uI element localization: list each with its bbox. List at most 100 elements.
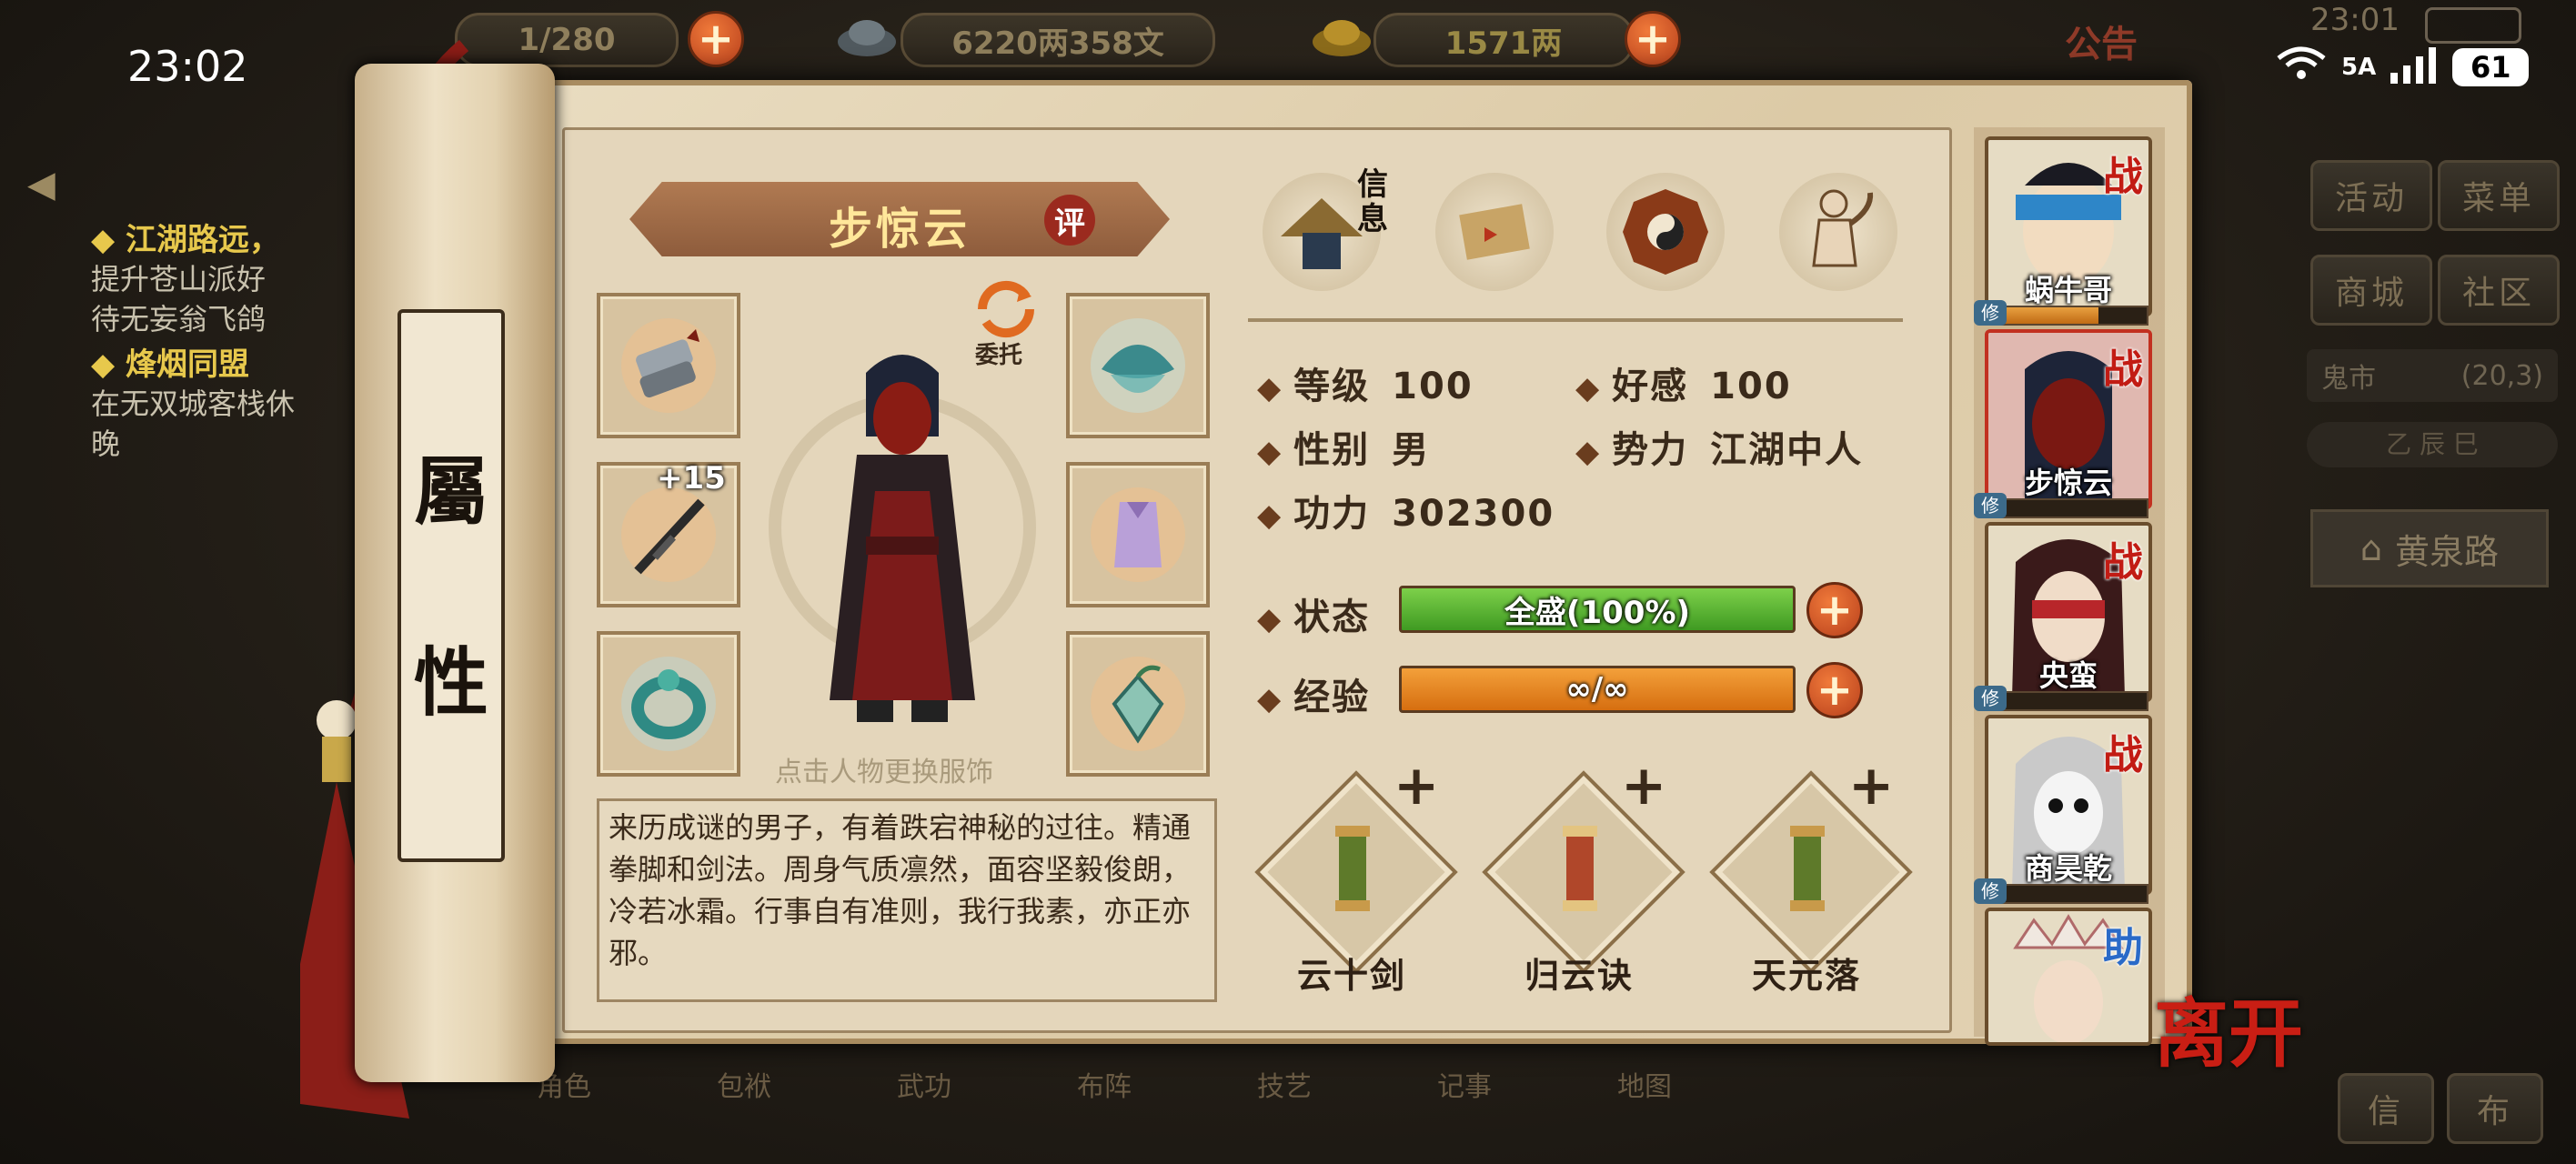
skill-1-upgrade-button[interactable]: + [1394,758,1439,813]
roster-card-yangman[interactable]: 央蛮 战 [1985,522,2152,702]
quest-title-1[interactable]: ◆ 江湖路远， [91,215,295,259]
exp-bar: ∞/∞ [1399,666,1796,713]
affinity-value: 100 [1710,366,1792,407]
menu-button[interactable]: 菜单 [2438,160,2560,231]
roster-card-shanghaoqian[interactable]: 商昊乾 战 [1985,715,2152,895]
cultivate-badge[interactable]: 修 [1974,300,2007,326]
bottom-nav-item[interactable]: 记事 [1410,1064,1519,1146]
location-name: 鬼市 [2321,363,2376,395]
gauntlet-slot[interactable] [597,293,740,438]
armor-slot[interactable] [1066,462,1210,607]
quest-desc-2b: 晚 [91,426,121,461]
skills-section: + 云十剑 + 归云诀 + 天元落 [1248,758,1976,1009]
level-row: ◆ 等级 100 [1257,356,1474,409]
diamond-icon: ◆ [1257,681,1283,717]
robe-icon [1091,487,1185,582]
game-battery-icon [2425,7,2521,44]
community-button[interactable]: 社区 [2438,255,2560,326]
state-bar: 全盛(100%) [1399,586,1796,633]
add-exp-button[interactable]: + [1806,662,1863,718]
cloth-button[interactable]: 布 [2447,1073,2543,1144]
activity-button[interactable]: 活动 [2310,160,2432,231]
shop-button[interactable]: 商城 [2310,255,2432,326]
roster-name: 蜗牛哥 [2024,273,2112,307]
scroll-tab[interactable] [1435,173,1554,291]
weapon-enhance-level: +15 [657,460,726,497]
roster-card-assist[interactable]: 助 [1985,908,2152,1046]
power-label: 功力 [1293,493,1371,535]
roster-card-snail[interactable]: 蜗牛哥 战 [1985,136,2152,316]
bottom-nav-item[interactable]: 布阵 [1050,1064,1159,1146]
quest-desc-2a: 在无双城客栈休 [91,386,296,421]
info-tab-label: 信息 [1357,166,1388,237]
phone-clock: 23:02 [127,42,248,91]
roster-name: 商昊乾 [2024,851,2112,886]
notice-button[interactable]: 公告 [2065,15,2138,67]
signal-icon [2389,47,2440,87]
restore-state-button[interactable]: + [1806,582,1863,638]
quest-title-2[interactable]: ◆ 烽烟同盟 [91,339,295,384]
battle-tag: 战 [2103,539,2143,586]
scroll-char-1: 屬 [413,448,488,536]
add-gold-button[interactable]: + [1625,11,1681,67]
character-portrait[interactable] [766,336,1039,737]
exit-button[interactable]: 离开 [2154,973,2303,1081]
skill-scroll-icon [1303,818,1403,918]
entrust-button[interactable] [970,273,1042,346]
bottom-nav-item[interactable]: 包袱 [689,1064,799,1146]
exp-label: 经验 [1293,677,1371,718]
roster-progress [1985,691,2148,711]
cultivate-badge[interactable]: 修 [1974,686,2007,711]
level-value: 100 [1392,366,1474,407]
collapse-arrow-icon[interactable]: ◀ [27,164,64,209]
quest-desc-1b: 待无妄翁飞鸽 [91,302,267,336]
scroll-tab-icon [1459,204,1530,260]
exp-value: ∞/∞ [1565,671,1629,707]
battery-indicator: 61 [2452,48,2530,86]
cultivate-badge[interactable]: 修 [1974,493,2007,518]
gender-row: ◆ 性别男 [1257,420,1430,473]
body-tab[interactable] [1779,173,1897,291]
bottom-nav: 角色 包袱 武功 布阵 技艺 记事 地图 [509,1064,1699,1146]
road-button[interactable]: ⌂ 黄泉路 [2310,509,2549,587]
game-time: 23:01 [2310,2,2400,38]
battle-tag: 战 [2103,346,2143,393]
bottom-nav-item[interactable]: 技艺 [1230,1064,1339,1146]
body-tab-icon [1812,189,1874,267]
gold-display: 1571两 [1374,13,1634,67]
power-value: 302300 [1392,493,1555,535]
diamond-icon: ◆ [1257,370,1283,406]
entrust-label: 委托 [975,342,1023,369]
bottom-nav-item[interactable]: 武功 [870,1064,979,1146]
cultivate-badge[interactable]: 修 [1974,878,2007,904]
affinity-label: 好感 [1612,366,1689,407]
quest-desc-1a: 提升苍山派好 [91,262,267,296]
accessory-slot[interactable] [1066,631,1210,777]
skill-2-upgrade-button[interactable]: + [1621,758,1666,813]
bagua-tab[interactable] [1606,173,1725,291]
level-label: 等级 [1293,366,1371,407]
bottom-nav-item[interactable]: 地图 [1590,1064,1699,1146]
headgear-slot[interactable] [1066,293,1210,438]
letter-button[interactable]: 信 [2338,1073,2434,1144]
road-label: 黄泉路 [2395,531,2500,572]
bagua-tab-icon [1623,189,1708,275]
roster-name: 央蛮 [2038,658,2098,693]
roster-progress [1985,498,2148,518]
exp-label-row: ◆ 经验 [1257,667,1370,720]
pouch-icon [1091,657,1185,751]
state-value: 全盛(100%) [1504,594,1691,631]
review-button[interactable]: 评 [1044,195,1095,246]
character-description: 来历成谜的男子，有着跌宕神秘的过往。精通拳脚和剑法。周身气质凛然，面容坚毅俊朗，… [609,810,1192,970]
state-label: 状态 [1293,597,1371,638]
roster-card-bujingyun[interactable]: 步惊云 战 [1985,329,2152,509]
skill-3-upgrade-button[interactable]: + [1848,758,1894,813]
assist-tag: 助 [2103,925,2143,971]
add-stamina-button[interactable]: + [688,11,744,67]
home-icon: ⌂ [2360,528,2383,568]
roster-name: 步惊云 [2024,466,2112,500]
skill-3-name: 天元落 [1751,956,1861,996]
ring-slot[interactable] [597,631,740,777]
diamond-icon: ◆ [1575,370,1602,406]
refresh-icon [977,280,1035,338]
